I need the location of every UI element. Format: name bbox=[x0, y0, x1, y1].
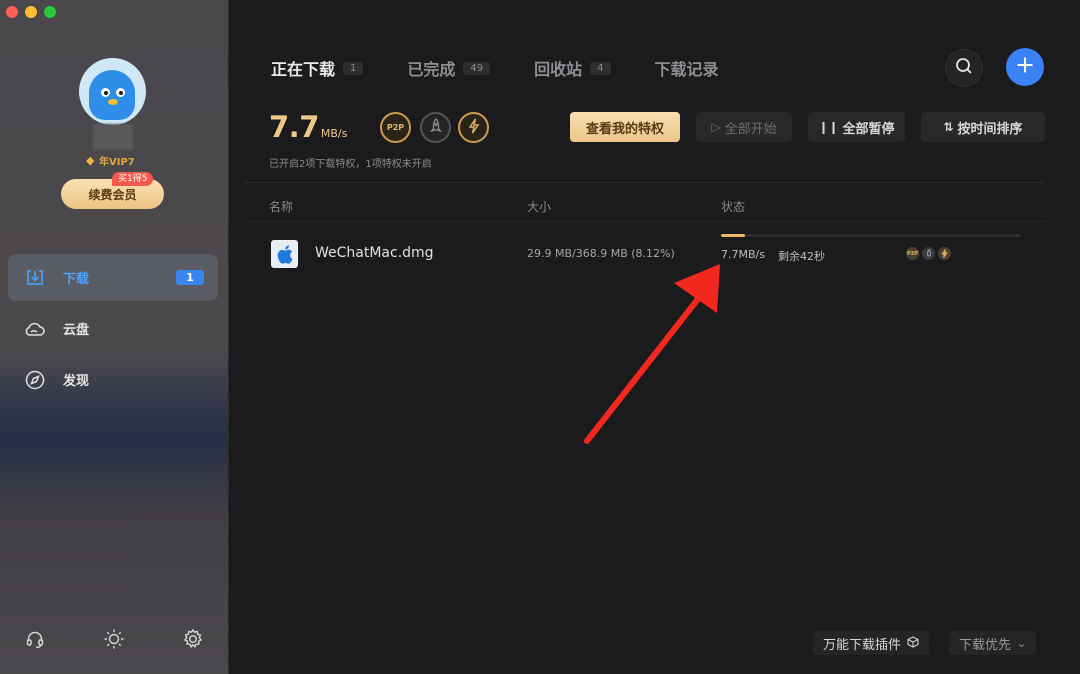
download-priority-select[interactable]: 下载优先 ⌄ bbox=[949, 631, 1037, 655]
bolt-icon bbox=[938, 247, 951, 260]
bolt-privilege-badge[interactable] bbox=[458, 112, 489, 143]
main-panel: 正在下载 1 已完成 49 回收站 4 下载记录 7.7 MB/s 已开启2项下… bbox=[229, 0, 1080, 674]
download-progress-bar bbox=[721, 234, 1021, 237]
pause-icon: ❙❙ bbox=[818, 120, 839, 134]
speed-value: 7.7 bbox=[269, 110, 319, 144]
window-close-button[interactable] bbox=[6, 6, 18, 18]
vip-badge: ◆ 年VIP7 bbox=[86, 153, 135, 169]
vip-label: 年VIP7 bbox=[99, 157, 135, 168]
tab-bar: 正在下载 1 已完成 49 回收站 4 下载记录 bbox=[271, 56, 763, 80]
cloud-icon bbox=[24, 318, 45, 339]
tab-completed[interactable]: 已完成 49 bbox=[407, 56, 491, 80]
tab-label: 已完成 bbox=[407, 60, 456, 79]
tab-recycle-bin[interactable]: 回收站 4 bbox=[534, 56, 611, 80]
avatar[interactable] bbox=[79, 58, 146, 125]
sidebar-nav: 下载 1 云盘 发现 bbox=[8, 254, 218, 407]
sidebar-item-label: 发现 bbox=[63, 374, 90, 389]
tab-download-history[interactable]: 下载记录 bbox=[655, 56, 719, 80]
sort-label: 按时间排序 bbox=[957, 121, 1023, 137]
row-privileges: P2P bbox=[906, 247, 951, 260]
promo-tag: 买1得5 bbox=[112, 172, 154, 186]
row-speed: 7.7MB/s bbox=[721, 248, 765, 261]
progress-fill bbox=[721, 234, 746, 237]
table-row[interactable]: WeChatMac.dmg 29.9 MB/368.9 MB (8.12%) 7… bbox=[245, 222, 1045, 286]
file-name: WeChatMac.dmg bbox=[315, 245, 434, 261]
window-minimize-button[interactable] bbox=[25, 6, 37, 18]
speed-unit: MB/s bbox=[320, 127, 348, 140]
p2p-icon: P2P bbox=[386, 123, 405, 132]
username-redacted bbox=[93, 124, 133, 150]
window-controls bbox=[6, 6, 56, 18]
tab-count: 4 bbox=[590, 61, 611, 75]
plus-icon bbox=[1016, 56, 1034, 78]
apple-icon bbox=[271, 240, 298, 268]
settings-gear-icon[interactable] bbox=[182, 628, 204, 650]
compass-icon bbox=[24, 369, 45, 390]
theme-sun-icon[interactable] bbox=[103, 628, 125, 650]
start-all-button[interactable]: ▷ 全部开始 bbox=[696, 112, 792, 142]
play-icon: ▷ bbox=[711, 120, 721, 134]
headset-icon[interactable] bbox=[24, 628, 46, 650]
rocket-icon bbox=[429, 117, 443, 138]
pause-all-button[interactable]: ❙❙ 全部暂停 bbox=[808, 112, 905, 142]
universal-plugin-button[interactable]: 万能下载插件 bbox=[813, 631, 930, 655]
p2p-icon: P2P bbox=[906, 247, 919, 260]
sidebar-bottom-tools bbox=[24, 628, 204, 650]
divider bbox=[245, 182, 1045, 183]
chevron-down-icon: ⌄ bbox=[1017, 636, 1027, 650]
bolt-icon bbox=[468, 118, 480, 138]
rocket-icon bbox=[922, 247, 935, 260]
tab-label: 下载记录 bbox=[654, 60, 719, 79]
sidebar-item-label: 云盘 bbox=[63, 323, 90, 338]
total-speed: 7.7 MB/s bbox=[269, 110, 347, 144]
download-icon bbox=[24, 267, 45, 288]
sidebar: ◆ 年VIP7 续费会员 买1得5 下载 1 云盘 发现 bbox=[0, 0, 229, 674]
view-privilege-button[interactable]: 查看我的特权 bbox=[570, 112, 680, 142]
column-header-status[interactable]: 状态 bbox=[721, 198, 745, 215]
tab-count: 49 bbox=[463, 61, 491, 75]
diamond-icon: ◆ bbox=[86, 153, 95, 167]
tab-label: 回收站 bbox=[534, 60, 583, 79]
tab-label: 正在下载 bbox=[271, 60, 336, 79]
cube-icon bbox=[907, 635, 919, 651]
search-icon bbox=[955, 57, 973, 79]
add-download-button[interactable] bbox=[1006, 48, 1044, 86]
pause-all-label: 全部暂停 bbox=[842, 121, 895, 137]
column-header-name[interactable]: 名称 bbox=[269, 198, 293, 215]
privilege-note: 已开启2项下载特权，1项特权未开启 bbox=[269, 159, 432, 170]
p2p-privilege-badge[interactable]: P2P bbox=[380, 112, 411, 143]
file-size: 29.9 MB/368.9 MB (8.12%) bbox=[527, 247, 675, 260]
tab-count: 1 bbox=[343, 61, 364, 75]
rocket-privilege-badge[interactable] bbox=[420, 112, 451, 143]
sort-by-time-button[interactable]: ⇅ 按时间排序 bbox=[921, 112, 1045, 142]
plugin-label: 万能下载插件 bbox=[823, 637, 902, 653]
search-button[interactable] bbox=[945, 49, 983, 87]
sidebar-item-discover[interactable]: 发现 bbox=[8, 356, 218, 403]
sidebar-item-download[interactable]: 下载 1 bbox=[8, 254, 218, 301]
priority-label: 下载优先 bbox=[959, 637, 1012, 653]
column-header-size[interactable]: 大小 bbox=[527, 198, 551, 215]
sidebar-item-cloud[interactable]: 云盘 bbox=[8, 305, 218, 352]
window-zoom-button[interactable] bbox=[44, 6, 56, 18]
sort-icon: ⇅ bbox=[943, 120, 954, 134]
sidebar-item-label: 下载 bbox=[63, 272, 90, 287]
start-all-label: 全部开始 bbox=[724, 121, 777, 137]
row-remaining-time: 剩余42秒 bbox=[778, 250, 825, 263]
download-count-badge: 1 bbox=[176, 270, 204, 285]
tab-downloading[interactable]: 正在下载 1 bbox=[271, 56, 364, 80]
